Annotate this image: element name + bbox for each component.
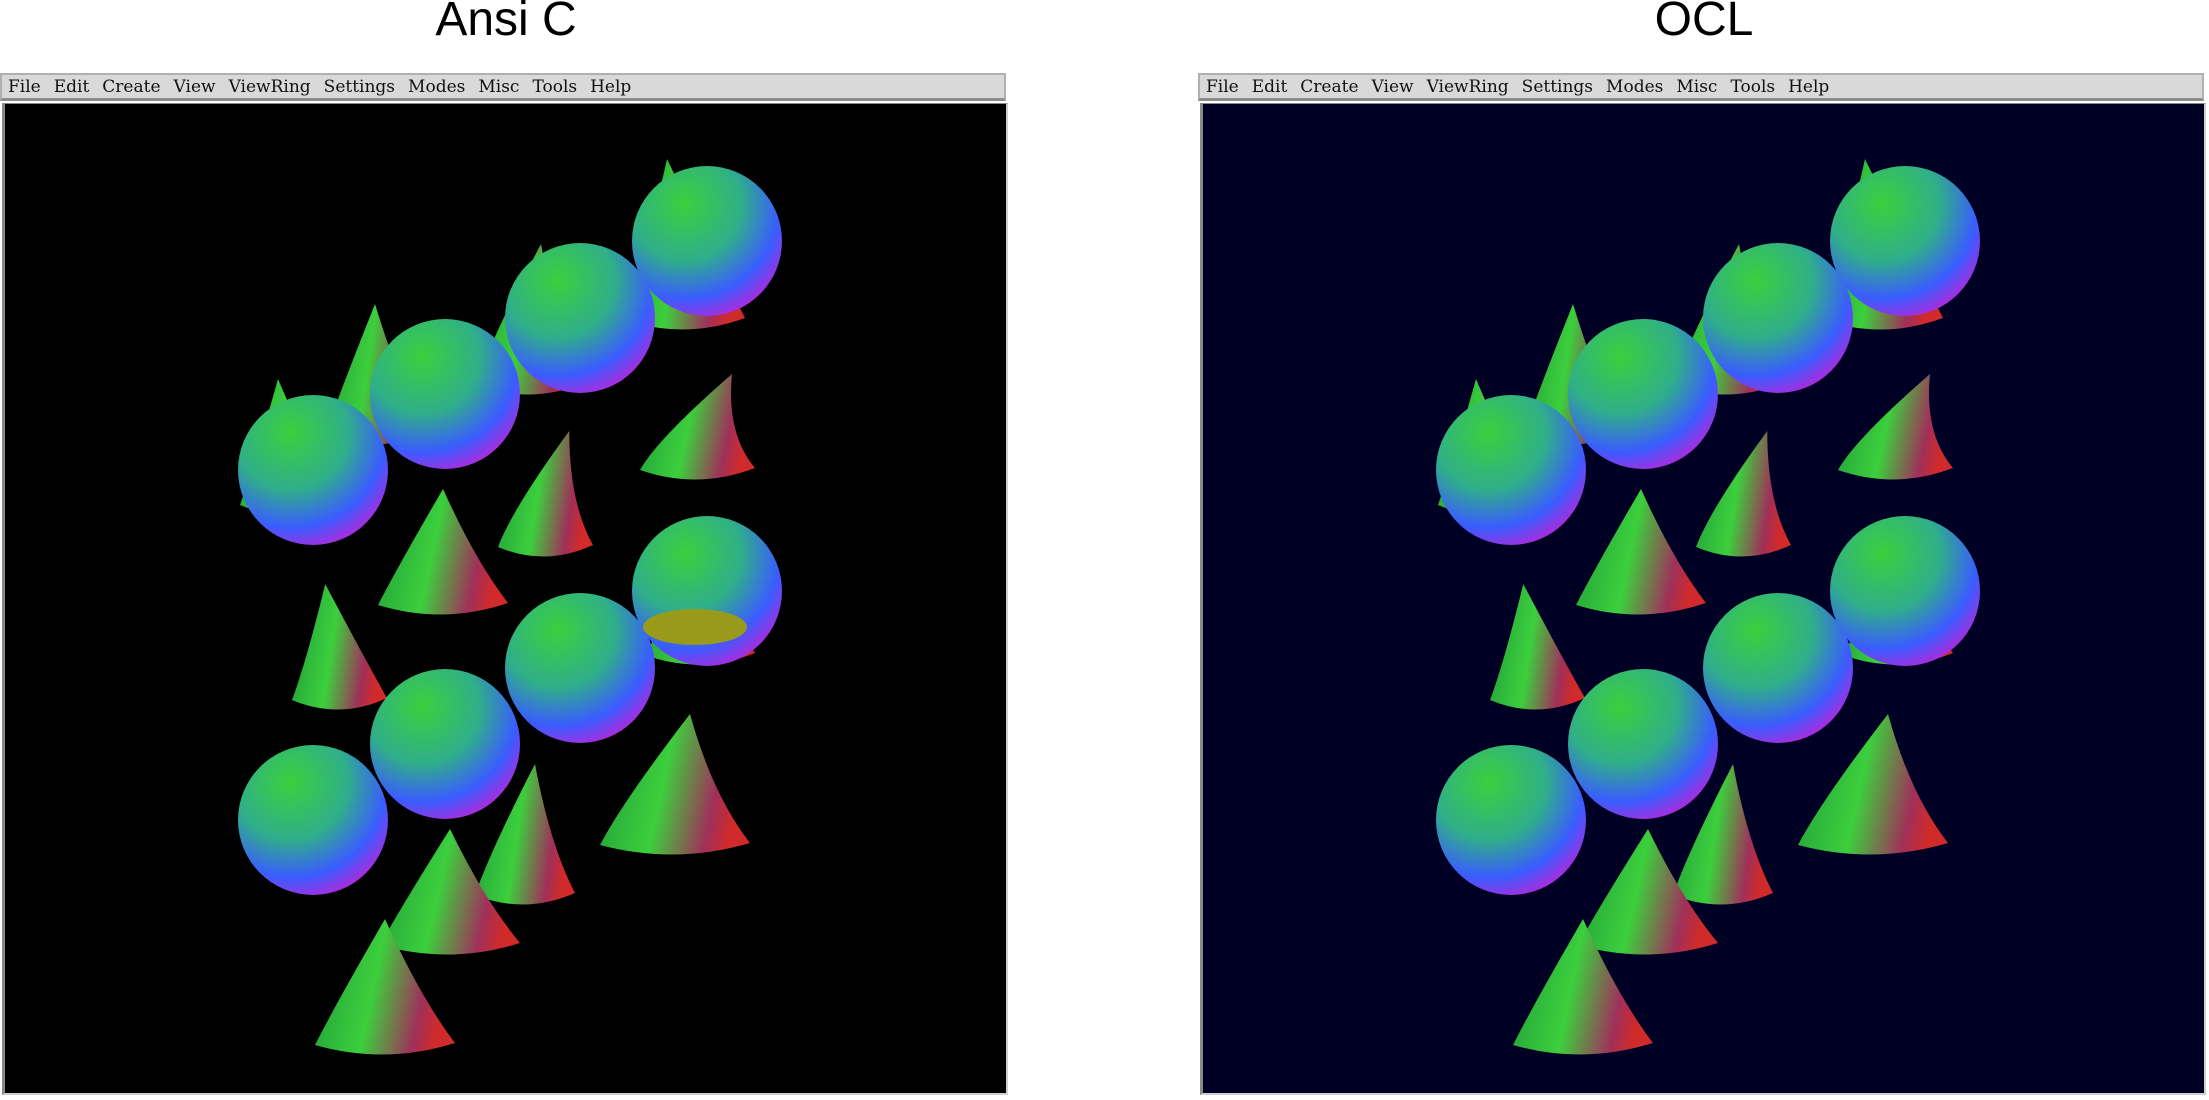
sphere-object bbox=[1703, 593, 1853, 743]
menu-settings[interactable]: Settings bbox=[324, 77, 395, 97]
menu-create[interactable]: Create bbox=[102, 77, 160, 97]
menu-bar: File Edit Create View ViewRing Settings … bbox=[0, 73, 1006, 101]
sphere-object bbox=[1436, 745, 1586, 895]
sphere-object bbox=[238, 745, 388, 895]
panel-title: Ansi C bbox=[435, 0, 577, 46]
3d-scene bbox=[1203, 104, 2204, 1093]
render-viewport[interactable] bbox=[2, 103, 1008, 1095]
sphere-object bbox=[632, 166, 782, 316]
menu-settings[interactable]: Settings bbox=[1522, 77, 1593, 97]
sphere-object bbox=[1568, 669, 1718, 819]
menu-tools[interactable]: Tools bbox=[1730, 77, 1775, 97]
menu-view[interactable]: View bbox=[1372, 77, 1414, 97]
menu-viewring[interactable]: ViewRing bbox=[1427, 77, 1509, 97]
sphere-object bbox=[1436, 395, 1586, 545]
menu-misc[interactable]: Misc bbox=[478, 77, 519, 97]
menu-edit[interactable]: Edit bbox=[54, 77, 90, 97]
menu-help[interactable]: Help bbox=[1788, 77, 1829, 97]
sphere-object bbox=[370, 319, 520, 469]
sphere-object bbox=[1568, 319, 1718, 469]
menu-modes[interactable]: Modes bbox=[1606, 77, 1663, 97]
sphere-object bbox=[505, 593, 655, 743]
menu-help[interactable]: Help bbox=[590, 77, 631, 97]
menu-file[interactable]: File bbox=[8, 77, 41, 97]
menu-modes[interactable]: Modes bbox=[408, 77, 465, 97]
menu-viewring[interactable]: ViewRing bbox=[229, 77, 311, 97]
panel-ocl: OCL File Edit Create View ViewRing Setti… bbox=[1198, 0, 2209, 1100]
panel-title: OCL bbox=[1654, 0, 1754, 46]
sphere-object bbox=[1830, 516, 1980, 666]
menu-file[interactable]: File bbox=[1206, 77, 1239, 97]
sphere-object bbox=[1830, 166, 1980, 316]
sphere-object bbox=[1703, 243, 1853, 393]
menu-create[interactable]: Create bbox=[1300, 77, 1358, 97]
panel-ansi-c: Ansi C File Edit Create View ViewRing Se… bbox=[0, 0, 1012, 1100]
sphere-object bbox=[238, 395, 388, 545]
3d-scene bbox=[5, 104, 1006, 1093]
sphere-object bbox=[505, 243, 655, 393]
menu-edit[interactable]: Edit bbox=[1252, 77, 1288, 97]
menu-misc[interactable]: Misc bbox=[1676, 77, 1717, 97]
render-viewport[interactable] bbox=[1200, 103, 2206, 1095]
menu-tools[interactable]: Tools bbox=[532, 77, 577, 97]
cone-base-artifact bbox=[643, 609, 747, 645]
sphere-object bbox=[370, 669, 520, 819]
menu-view[interactable]: View bbox=[174, 77, 216, 97]
menu-bar: File Edit Create View ViewRing Settings … bbox=[1198, 73, 2204, 101]
